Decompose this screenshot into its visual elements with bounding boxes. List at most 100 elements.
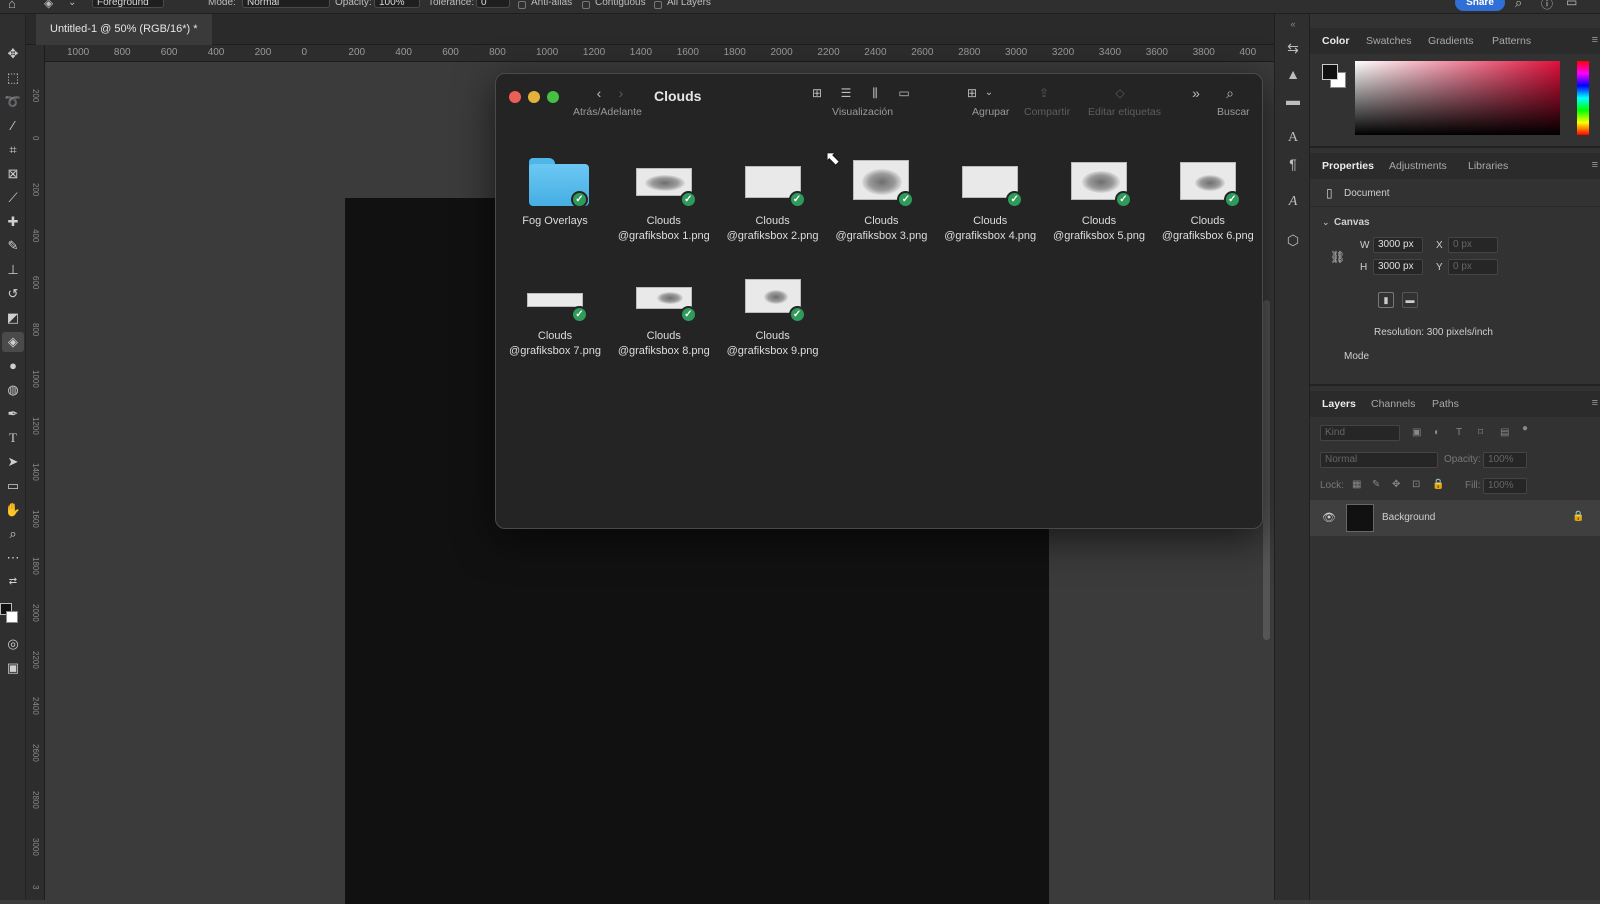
rectangle-tool-icon[interactable]: ▭ [2, 476, 24, 496]
mode-select[interactable]: Normal [242, 0, 330, 8]
paragraph-panel-icon[interactable]: ¶ [1283, 154, 1303, 174]
height-input[interactable]: 3000 px [1373, 259, 1423, 275]
tab-swatches[interactable]: Swatches [1366, 28, 1412, 54]
paint-bucket-tool-icon[interactable]: ◈ [44, 0, 53, 10]
brush-tool-icon[interactable]: ✎ [2, 236, 24, 256]
back-icon[interactable]: ‹ [589, 83, 609, 103]
history-panel-icon[interactable]: ⇆ [1283, 38, 1303, 58]
icon-view-icon[interactable]: ⊞ [807, 83, 827, 103]
document-tab[interactable]: Untitled-1 @ 50% (RGB/16*) * [36, 14, 212, 45]
share-icon[interactable]: ⇪ [1034, 83, 1054, 103]
share-button[interactable]: Share [1455, 0, 1505, 11]
lock-transparency-icon[interactable]: ▦ [1352, 479, 1361, 490]
file-item[interactable]: ✓ Clouds @grafiksbox 3.png [827, 152, 935, 262]
history-brush-tool-icon[interactable]: ↺ [2, 284, 24, 304]
comments-panel-icon[interactable]: ▬ [1283, 90, 1303, 110]
list-view-icon[interactable]: ☰ [836, 83, 856, 103]
group-chevron-icon[interactable]: ⌄ [979, 83, 999, 103]
layer-row[interactable]: 👁 Background 🔒 [1310, 500, 1600, 536]
file-item[interactable]: ✓ Clouds @grafiksbox 2.png [719, 152, 827, 262]
tab-libraries[interactable]: Libraries [1468, 153, 1508, 179]
dodge-tool-icon[interactable]: ◍ [2, 380, 24, 400]
maximize-window-button[interactable] [547, 91, 559, 103]
minimize-window-button[interactable] [528, 91, 540, 103]
crop-tool-icon[interactable]: ⌗ [2, 140, 24, 160]
blend-mode-select[interactable]: Normal [1320, 452, 1438, 468]
y-input[interactable]: 0 px [1448, 259, 1498, 275]
glyphs-panel-icon[interactable]: A [1283, 192, 1303, 212]
folder-item[interactable]: ✓ Fog Overlays [501, 152, 609, 262]
marquee-tool-icon[interactable]: ⬚ [2, 68, 24, 88]
layer-lock-icon[interactable]: 🔒 [1572, 511, 1584, 522]
lasso-tool-icon[interactable]: ➰ [2, 92, 24, 112]
character-panel-icon[interactable]: A [1283, 128, 1303, 148]
magic-wand-tool-icon[interactable]: ⁄ [2, 116, 24, 136]
opacity-input[interactable]: 100% [374, 0, 420, 8]
column-view-icon[interactable]: ⫼ [865, 83, 885, 103]
file-item[interactable]: ✓ Clouds @grafiksbox 1.png [610, 152, 718, 262]
pen-tool-icon[interactable]: ✒ [2, 404, 24, 424]
filter-toggle-icon[interactable]: ● [1522, 423, 1528, 434]
tool-preset-chevron-icon[interactable]: ⌄ [68, 0, 76, 8]
more-tools-icon[interactable]: ⋯ [2, 548, 24, 568]
tab-patterns[interactable]: Patterns [1492, 28, 1531, 54]
file-item[interactable]: ✓ Clouds @grafiksbox 7.png [501, 267, 609, 377]
tab-adjustments[interactable]: Adjustments [1389, 153, 1447, 179]
healing-brush-tool-icon[interactable]: ✚ [2, 212, 24, 232]
chevron-down-icon[interactable]: ⌄ [1322, 217, 1330, 228]
lock-artboard-icon[interactable]: ⊡ [1412, 479, 1420, 490]
tab-gradients[interactable]: Gradients [1428, 28, 1474, 54]
lock-position-icon[interactable]: ✥ [1392, 479, 1400, 490]
tag-icon[interactable]: ◇ [1110, 83, 1130, 103]
fill-source-select[interactable]: Foreground [92, 0, 164, 8]
layer-opacity-input[interactable]: 100% [1483, 452, 1527, 468]
x-input[interactable]: 0 px [1448, 237, 1498, 253]
tab-properties[interactable]: Properties [1322, 153, 1374, 179]
landscape-orientation-icon[interactable]: ▬ [1402, 292, 1418, 308]
background-color-swatch[interactable] [6, 611, 18, 623]
file-item[interactable]: ✓ Clouds @grafiksbox 9.png [719, 267, 827, 377]
link-icon[interactable]: ⛓ [1330, 250, 1345, 264]
paint-bucket-tool-icon[interactable]: ◈ [2, 332, 24, 352]
path-selection-tool-icon[interactable]: ➤ [2, 452, 24, 472]
filter-type-icon[interactable]: T [1456, 427, 1462, 438]
contiguous-checkbox[interactable] [582, 1, 590, 9]
anti-alias-checkbox[interactable] [518, 1, 526, 9]
file-item[interactable]: ✓ Clouds @grafiksbox 6.png [1154, 152, 1262, 262]
tab-paths[interactable]: Paths [1432, 391, 1459, 417]
search-icon[interactable]: ⌕ [1220, 83, 1240, 103]
help-icon[interactable]: ⓘ [1541, 0, 1553, 12]
filter-shape-icon[interactable]: ⌑ [1478, 427, 1483, 438]
actions-panel-icon[interactable]: ▲ [1283, 64, 1303, 84]
search-icon[interactable]: ⌕ [1515, 0, 1522, 11]
tab-color[interactable]: Color [1322, 28, 1349, 54]
workspace-icon[interactable]: ▭ [1566, 0, 1577, 9]
filter-smart-object-icon[interactable]: ▤ [1500, 427, 1509, 438]
portrait-orientation-icon[interactable]: ▮ [1378, 292, 1394, 308]
clone-stamp-tool-icon[interactable]: ⊥ [2, 260, 24, 280]
collapse-panels-icon[interactable]: « [1283, 14, 1303, 34]
filter-adjustment-icon[interactable]: ◐ [1434, 427, 1440, 438]
tolerance-input[interactable]: 0 [476, 0, 510, 8]
color-picker-field[interactable] [1355, 61, 1560, 135]
screen-mode-icon[interactable]: ▣ [2, 658, 24, 678]
workspace-scrollbar[interactable] [1263, 300, 1270, 640]
home-icon[interactable]: ⌂ [8, 0, 16, 11]
tab-channels[interactable]: Channels [1371, 391, 1415, 417]
width-input[interactable]: 3000 px [1373, 237, 1423, 253]
hand-tool-icon[interactable]: ✋ [2, 500, 24, 520]
layer-filter-kind-select[interactable]: Kind [1320, 425, 1400, 441]
fill-input[interactable]: 100% [1483, 478, 1527, 494]
more-toolbar-icon[interactable]: » [1186, 83, 1206, 103]
type-tool-icon[interactable]: T [2, 428, 24, 448]
filter-pixel-icon[interactable]: ▣ [1412, 427, 1421, 438]
blur-tool-icon[interactable]: ● [2, 356, 24, 376]
move-tool-icon[interactable]: ✥ [2, 44, 24, 64]
file-item[interactable]: ✓ Clouds @grafiksbox 8.png [610, 267, 718, 377]
panel-menu-icon[interactable]: ≡ [1592, 159, 1598, 171]
swap-colors-icon[interactable]: ⇄ [2, 572, 24, 592]
panel-menu-icon[interactable]: ≡ [1592, 397, 1598, 409]
lock-all-icon[interactable]: 🔒 [1432, 479, 1444, 490]
file-item[interactable]: ✓ Clouds @grafiksbox 5.png [1045, 152, 1153, 262]
gallery-view-icon[interactable]: ▭ [894, 83, 914, 103]
